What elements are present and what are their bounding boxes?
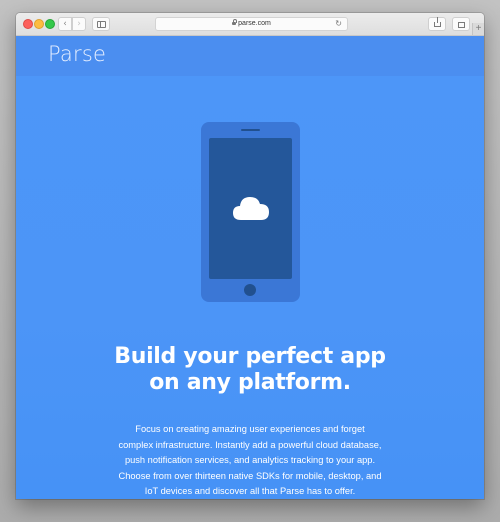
headline-line-2: on any platform. [149, 370, 351, 395]
web-page: Parse Build your perfect app on any plat… [16, 36, 484, 499]
description-line: IoT devices and discover all that Parse … [144, 486, 356, 496]
close-window-button[interactable] [23, 19, 33, 29]
phone-screen [209, 138, 292, 279]
tabs-icon [456, 22, 465, 30]
back-button[interactable]: ‹ [58, 17, 72, 31]
headline-line-1: Build your perfect app [114, 344, 386, 369]
parse-logo[interactable]: Parse [48, 42, 106, 66]
description-line: push notification services, and analytic… [124, 455, 376, 465]
show-tabs-button[interactable] [452, 17, 470, 31]
description-line: complex infrastructure. Instantly add a … [118, 439, 382, 450]
hero-headline: Build your perfect app on any platform. [16, 344, 484, 396]
reload-icon[interactable]: ↻ [335, 18, 342, 30]
browser-window: ‹ › parse.com ↻ + Parse Build your perfe… [16, 13, 484, 499]
url-text: parse.com [238, 20, 271, 27]
phone-speaker [241, 129, 260, 131]
forward-button[interactable]: › [72, 17, 86, 31]
phone-illustration [201, 122, 300, 302]
sidebar-icon [97, 21, 106, 28]
maximize-window-button[interactable] [45, 19, 55, 29]
minimize-window-button[interactable] [34, 19, 44, 29]
lock-icon [232, 19, 237, 25]
cloud-icon [233, 197, 269, 220]
share-icon [434, 17, 441, 27]
site-header: Parse [16, 36, 484, 76]
plus-icon: + [475, 23, 482, 34]
share-button[interactable] [428, 17, 446, 31]
chevron-right-icon: › [77, 19, 81, 29]
new-tab-button[interactable]: + [472, 23, 484, 35]
address-bar[interactable]: parse.com ↻ [155, 17, 348, 31]
browser-toolbar: ‹ › parse.com ↻ + [16, 13, 484, 36]
description-line: Focus on creating amazing user experienc… [135, 424, 365, 434]
hero-description: Focus on creating amazing user experienc… [96, 422, 404, 499]
desktop: ‹ › parse.com ↻ + Parse Build your perfe… [0, 0, 500, 522]
description-line: Choose from over thirteen native SDKs fo… [118, 470, 382, 481]
chevron-left-icon: ‹ [63, 19, 67, 29]
sidebar-toggle-button[interactable] [92, 17, 110, 31]
phone-home-button [244, 284, 256, 296]
